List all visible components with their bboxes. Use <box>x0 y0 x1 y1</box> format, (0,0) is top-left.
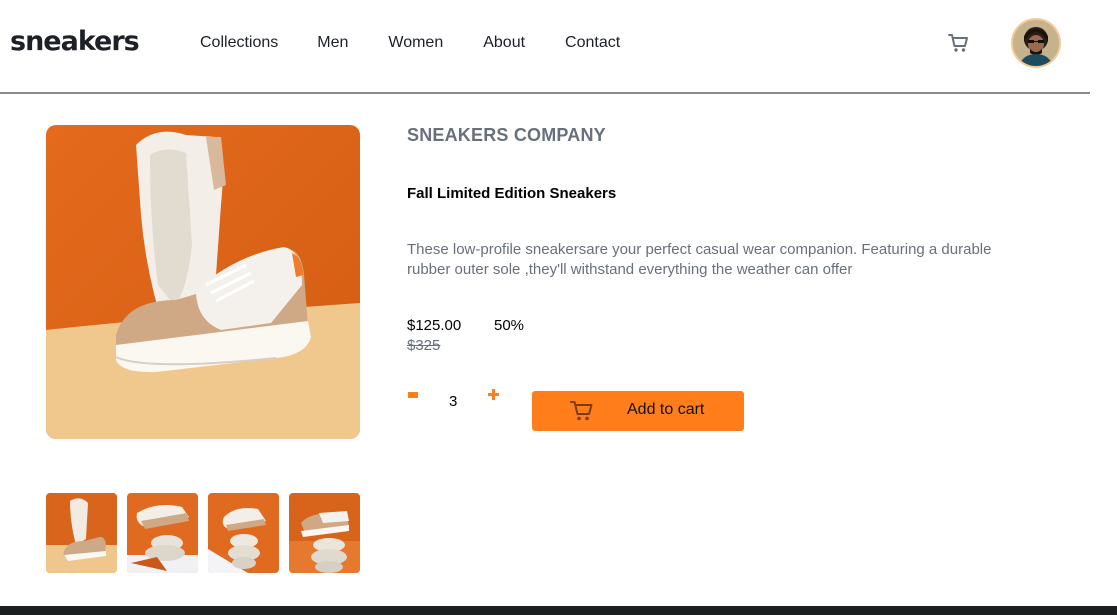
company-name: SNEAKERS COMPANY <box>407 125 606 145</box>
increase-quantity-button[interactable] <box>488 388 500 400</box>
thumbnail-strip <box>46 493 360 573</box>
nav-men[interactable]: Men <box>317 34 348 52</box>
header: sneakers Collections Men Women About Con… <box>0 0 1090 94</box>
main-nav: Collections Men Women About Contact <box>200 34 620 52</box>
product-description: These low-profile sneakersare your perfe… <box>407 241 992 278</box>
cart-icon[interactable] <box>948 33 970 53</box>
logo[interactable]: sneakers <box>10 26 140 57</box>
bottom-bar <box>0 606 1117 615</box>
cart-icon <box>570 400 594 422</box>
current-price: $125.00 <box>407 317 462 334</box>
thumbnail-3[interactable] <box>208 493 279 573</box>
thumbnail-4[interactable] <box>289 493 360 573</box>
nav-contact[interactable]: Contact <box>565 34 620 52</box>
add-to-cart-button[interactable]: Add to cart <box>532 391 744 431</box>
avatar[interactable] <box>1011 18 1061 68</box>
thumbnail-1[interactable] <box>46 493 117 573</box>
decrease-quantity-button[interactable] <box>408 392 418 398</box>
nav-about[interactable]: About <box>483 34 525 52</box>
original-price: $325 <box>407 337 441 354</box>
add-to-cart-label: Add to cart <box>627 401 705 418</box>
thumbnail-2[interactable] <box>127 493 198 573</box>
quantity-value: 3 <box>449 393 458 410</box>
nav-collections[interactable]: Collections <box>200 34 278 52</box>
product-main-image[interactable] <box>46 125 360 439</box>
discount-badge: 50% <box>494 317 525 334</box>
product-title: Fall Limited Edition Sneakers <box>407 185 617 202</box>
nav-women[interactable]: Women <box>388 34 443 52</box>
